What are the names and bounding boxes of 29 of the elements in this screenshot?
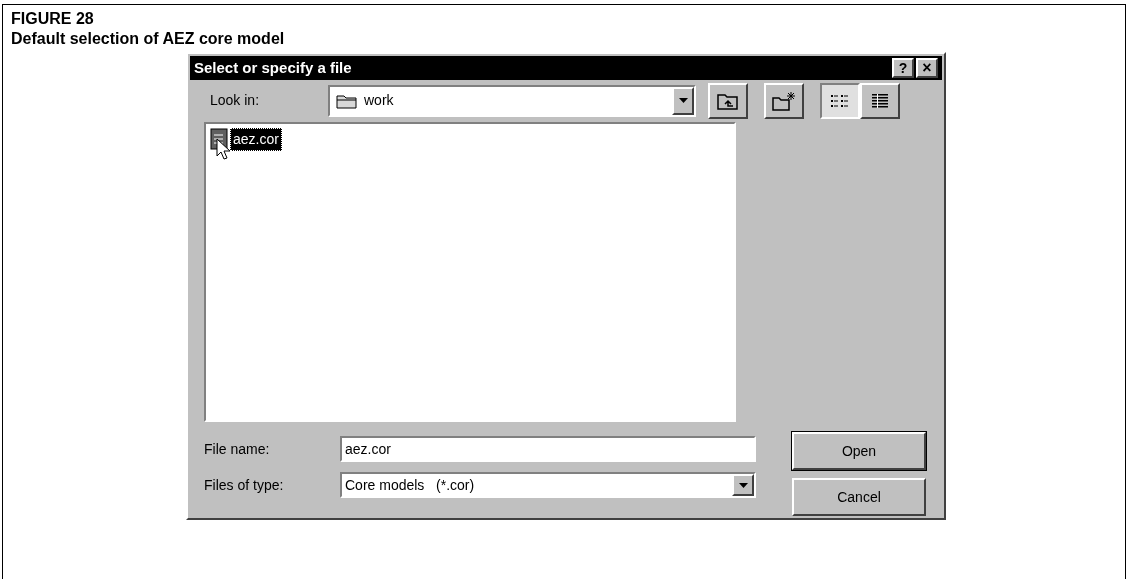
file-name-field[interactable]: aez.cor [340,436,756,462]
file-name-label: File name: [204,439,271,459]
new-folder-icon [772,90,796,111]
file-item[interactable]: aez.cor [210,127,282,151]
list-view-icon [830,92,850,109]
look-in-label: Look in: [210,91,261,111]
dropdown-button[interactable] [732,474,754,496]
look-in-value: work [364,91,395,111]
look-in-dropdown[interactable]: work [328,84,696,117]
file-name: aez.cor [230,127,282,151]
files-of-type-dropdown[interactable]: Core models (*.cor) [340,472,756,498]
dialog-button[interactable]: Open [792,432,926,470]
figure-number: FIGURE 28 [11,9,94,29]
files-of-type-value: Core models (*.cor) [344,475,476,495]
cursor-icon [216,137,232,162]
folder-icon [336,92,358,109]
caret-icon [678,98,688,104]
caret-icon [738,482,748,488]
dialog-button[interactable]: Cancel [792,478,926,516]
help-button[interactable]: ? [892,57,914,78]
new-folder-button[interactable] [764,82,804,119]
details-view-icon [870,92,890,109]
up-folder-icon [717,91,739,110]
figure-caption: Default selection of AEZ core model [11,29,285,49]
window-title: Select or specify a file [194,57,353,78]
files-of-type-label: Files of type: [204,475,285,495]
close-button[interactable]: × [916,57,938,78]
up-folder-button[interactable] [708,82,748,119]
dropdown-button[interactable] [672,86,694,115]
